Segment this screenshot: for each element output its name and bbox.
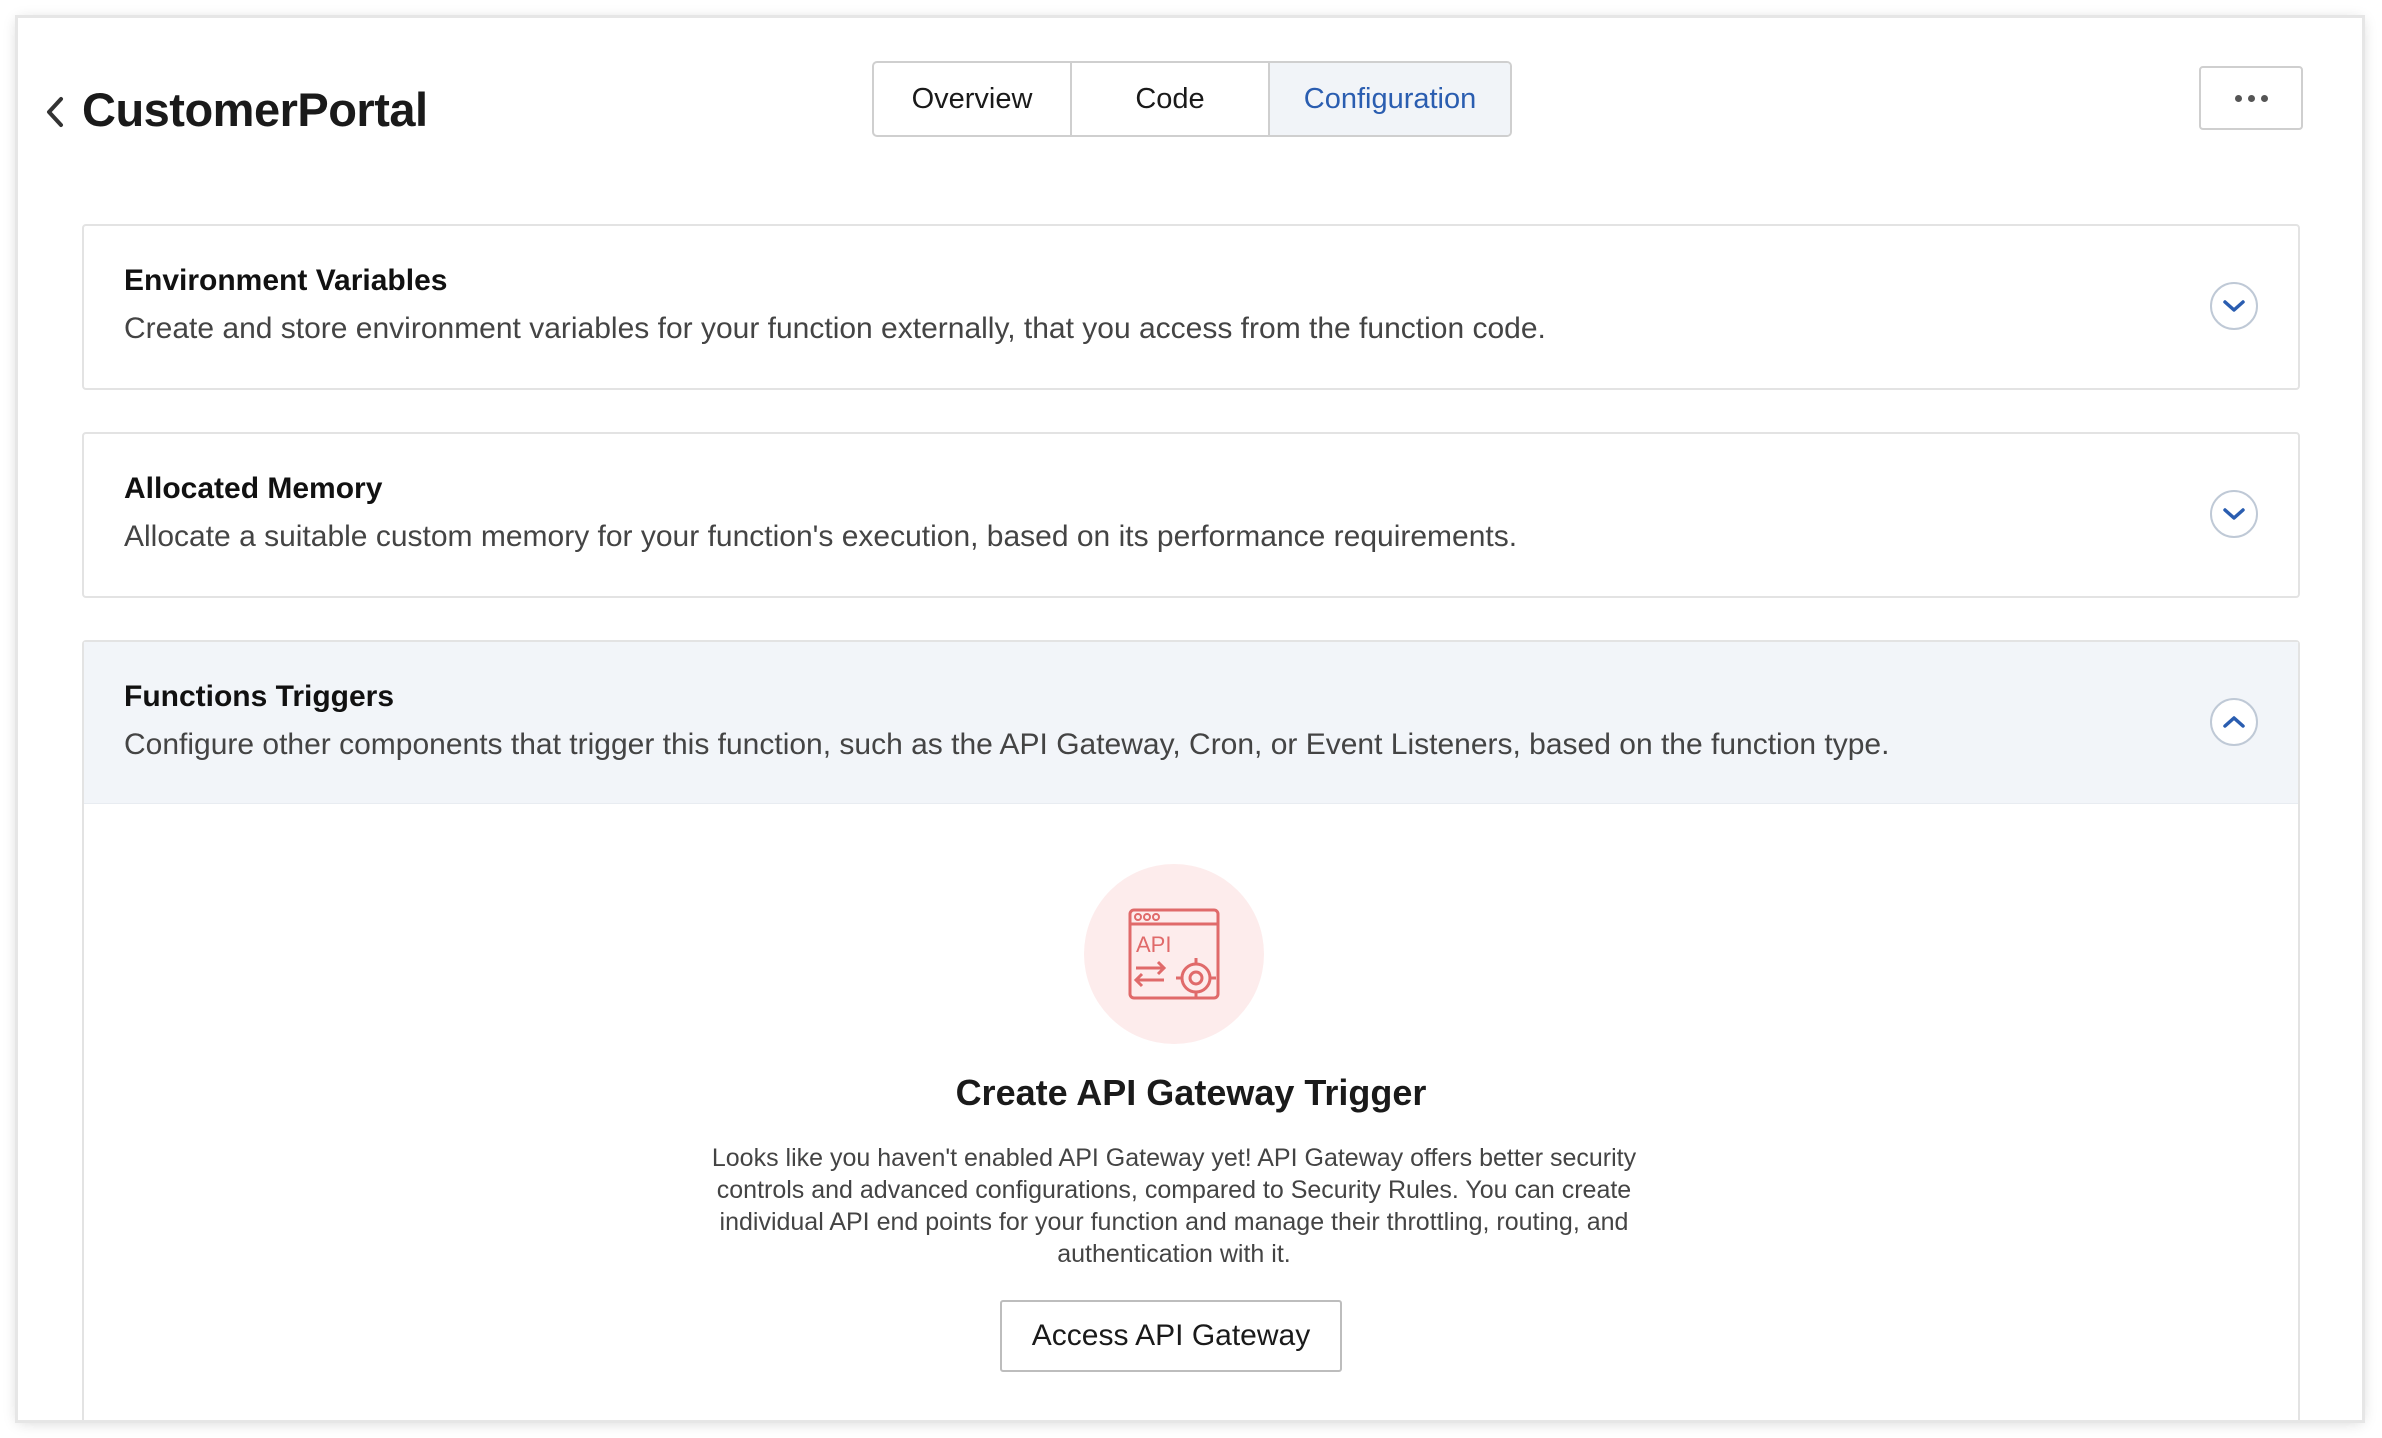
collapse-button[interactable] [2210, 698, 2258, 746]
section-title: Allocated Memory [124, 472, 383, 505]
tab-code[interactable]: Code [1072, 63, 1270, 135]
view-tabs: Overview Code Configuration [872, 61, 1512, 137]
expand-button[interactable] [2210, 282, 2258, 330]
chevron-down-icon [2223, 508, 2245, 520]
section-description: Configure other components that trigger … [124, 728, 1890, 761]
svg-text:API: API [1136, 932, 1171, 957]
api-gateway-icon: API [1084, 864, 1264, 1044]
access-api-gateway-button[interactable]: Access API Gateway [1000, 1300, 1342, 1372]
section-header[interactable]: Functions Triggers Configure other compo… [84, 642, 2298, 804]
section-title: Functions Triggers [124, 680, 395, 713]
section-header[interactable]: Environment Variables Create and store e… [84, 226, 2298, 388]
app-window: CustomerPortal Overview Code Configurati… [18, 18, 2362, 1420]
more-options-button[interactable] [2199, 66, 2303, 130]
tab-overview[interactable]: Overview [874, 63, 1072, 135]
back-button[interactable] [34, 82, 78, 142]
section-functions-triggers: Functions Triggers Configure other compo… [82, 640, 2300, 1420]
tab-configuration[interactable]: Configuration [1270, 63, 1510, 135]
more-horizontal-icon [2234, 94, 2242, 102]
section-description: Allocate a suitable custom memory for yo… [124, 520, 1518, 553]
chevron-up-icon [2223, 716, 2245, 728]
empty-state-description: Looks like you haven't enabled API Gatew… [711, 1144, 1637, 1268]
api-gateway-empty-state: API Create API Gateway Trigger Looks lik… [84, 804, 2298, 1404]
section-allocated-memory: Allocated Memory Allocate a suitable cus… [82, 432, 2300, 598]
section-header[interactable]: Allocated Memory Allocate a suitable cus… [84, 434, 2298, 596]
section-title: Environment Variables [124, 264, 448, 297]
chevron-down-icon [2223, 300, 2245, 312]
page-title: CustomerPortal [82, 83, 428, 136]
section-description: Create and store environment variables f… [124, 312, 1546, 345]
page-header: CustomerPortal Overview Code Configurati… [18, 18, 2362, 188]
empty-state-title: Create API Gateway Trigger [955, 1072, 1427, 1113]
more-horizontal-icon [2260, 94, 2268, 102]
more-horizontal-icon [2247, 94, 2255, 102]
expand-button[interactable] [2210, 490, 2258, 538]
chevron-left-icon [47, 97, 63, 127]
section-environment-variables: Environment Variables Create and store e… [82, 224, 2300, 390]
